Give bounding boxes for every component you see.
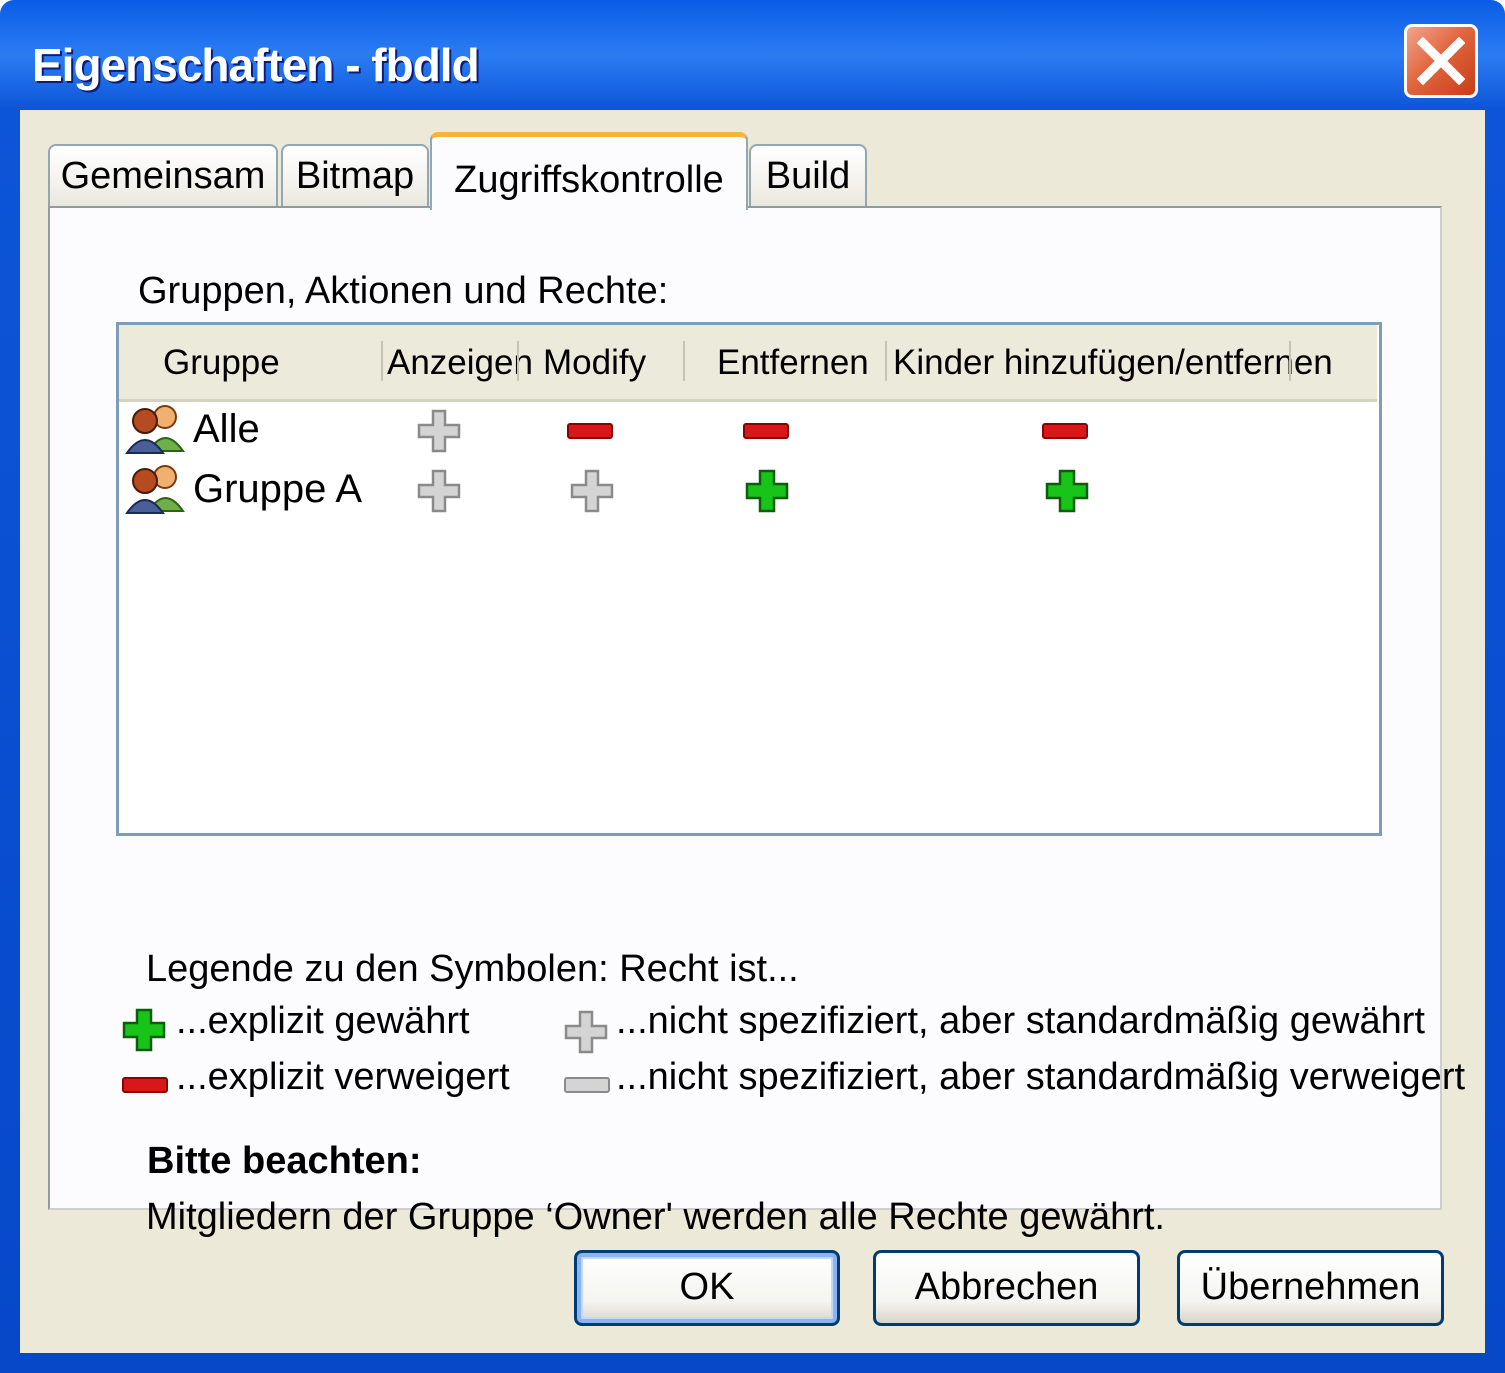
column-header-modify[interactable]: Modify (543, 343, 646, 383)
row-name: Gruppe A (193, 467, 363, 511)
group-icon (125, 405, 185, 454)
close-icon (1417, 37, 1465, 85)
tab-panel-zugriffskontrolle: Gruppen, Aktionen und Rechte: Gruppe Anz… (48, 206, 1465, 1238)
tab-bitmap[interactable]: Bitmap (281, 144, 429, 208)
explicit-denied-icon (1042, 423, 1088, 439)
column-separator[interactable] (1289, 341, 1291, 381)
column-header-entfernen[interactable]: Entfernen (717, 343, 869, 383)
explicit-granted-icon (1045, 469, 1089, 513)
default-granted-icon (564, 1010, 608, 1054)
dialog-window: Eigenschaften - fbdld Gemeinsam Bitmap Z… (0, 0, 1505, 1373)
row-name: Alle (193, 407, 260, 451)
note-title: Bitte beachten: (147, 1140, 422, 1182)
legend-explicit-granted: ...explizit gewährt (176, 1000, 470, 1042)
column-separator[interactable] (683, 341, 685, 381)
default-granted-icon (570, 469, 614, 513)
column-header-kinder[interactable]: Kinder hinzufügen/entfernen (893, 343, 1333, 383)
column-separator[interactable] (517, 341, 519, 381)
permissions-list[interactable]: Gruppe Anzeigen Modify Entfernen Kinder … (116, 322, 1382, 836)
close-button[interactable] (1404, 24, 1478, 98)
explicit-granted-icon (745, 469, 789, 513)
window-title: Eigenschaften - fbdld (32, 39, 480, 91)
permissions-label: Gruppen, Aktionen und Rechte: (138, 270, 669, 312)
cancel-button[interactable]: Abbrechen (873, 1250, 1140, 1326)
column-header-gruppe[interactable]: Gruppe (163, 343, 280, 383)
ok-button[interactable]: OK (574, 1250, 840, 1326)
default-granted-icon (417, 409, 461, 453)
note-text: Mitgliedern der Gruppe ‘Owner' werden al… (146, 1196, 1165, 1238)
explicit-granted-icon (122, 1008, 166, 1052)
tab-gemeinsam[interactable]: Gemeinsam (48, 144, 278, 208)
group-icon (125, 465, 185, 514)
legend-default-granted: ...nicht spezifiziert, aber standardmäßi… (616, 1000, 1425, 1042)
list-header: Gruppe Anzeigen Modify Entfernen Kinder … (119, 325, 1377, 402)
title-bar[interactable]: Eigenschaften - fbdld (0, 0, 1505, 110)
column-separator[interactable] (381, 341, 383, 381)
legend-default-denied: ...nicht spezifiziert, aber standardmäßi… (616, 1056, 1466, 1098)
column-header-anzeigen[interactable]: Anzeigen (387, 343, 533, 383)
legend-title: Legende zu den Symbolen: Recht ist... (146, 948, 799, 990)
legend-explicit-denied: ...explizit verweigert (176, 1056, 510, 1098)
apply-button[interactable]: Übernehmen (1177, 1250, 1444, 1326)
tab-zugriffskontrolle[interactable]: Zugriffskontrolle (430, 132, 748, 210)
default-granted-icon (417, 469, 461, 513)
column-separator[interactable] (885, 341, 887, 381)
dialog-client-area: Gemeinsam Bitmap Zugriffskontrolle Build… (20, 110, 1485, 1353)
list-row-gruppe-a[interactable]: Gruppe A (119, 461, 1377, 519)
explicit-denied-icon (567, 423, 613, 439)
explicit-denied-icon (743, 423, 789, 439)
list-row-alle[interactable]: Alle (119, 401, 1377, 459)
default-denied-icon (564, 1077, 610, 1093)
explicit-denied-icon (122, 1077, 168, 1093)
tab-build[interactable]: Build (749, 144, 867, 208)
